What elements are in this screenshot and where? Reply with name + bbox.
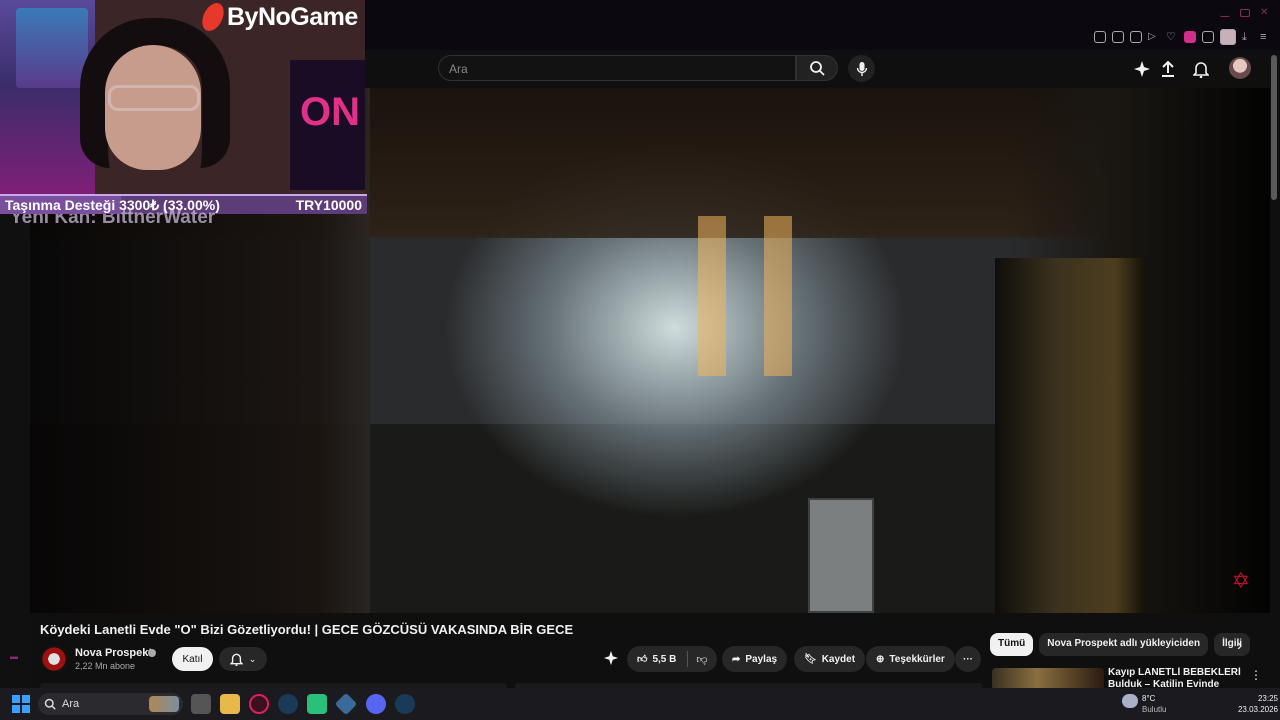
thanks-label: Teşekkürler [889,653,945,665]
donation-goal: TRY10000 [295,197,362,213]
video-title: Köydeki Lanetli Evde "O" Bizi Gözetliyor… [40,622,574,637]
kebab-menu-icon[interactable]: ⋮ [1250,668,1262,682]
recommendation-title[interactable]: Kayıp LANETLİ BEBEKLERİ Bulduk – Katilin… [1108,667,1243,689]
download-icon[interactable]: ⤓ [1242,31,1254,43]
minimize-icon[interactable] [1220,9,1230,17]
search-icon [44,698,56,710]
join-button[interactable]: Katıl [172,647,213,671]
save-button[interactable]: 🔖︎ Kaydet [794,646,866,672]
profile-icon[interactable] [1220,29,1236,45]
maximize-icon[interactable] [1240,9,1250,17]
steam-alt-icon[interactable] [395,694,415,714]
thumbs-down-icon: 👎︎ [696,653,708,666]
thanks-icon: ⊕ [876,653,885,665]
bookmark-icon: 🔖︎ [804,653,817,665]
donation-goal-bar: Taşınma Desteği 3300₺ (33.00%) TRY10000 [0,194,367,214]
like-count: 5,5 B [652,653,677,665]
windows-start-icon[interactable] [12,695,30,713]
discord-icon[interactable] [366,694,386,714]
thanks-button[interactable]: ⊕ Teşekkürler [866,646,955,672]
brand-name: ByNoGame [227,2,358,31]
play-icon[interactable]: ▷ [1148,31,1160,43]
account-avatar[interactable] [1229,57,1251,79]
donation-label: Taşınma Desteği 3300₺ (33.00%) [5,196,220,213]
chip-all[interactable]: Tümü [990,633,1034,656]
upload-icon[interactable] [1157,58,1179,80]
more-actions-button[interactable]: ··· [955,646,981,672]
clock-date[interactable]: 23.03.2026 [1220,705,1278,714]
left-rail [0,200,30,688]
close-icon[interactable]: ✕ [1260,8,1270,18]
chip-from-uploader[interactable]: Nova Prospekt adlı yükleyiciden [1039,633,1209,656]
shield-icon[interactable] [1130,31,1142,43]
weather-temp[interactable]: 8°C [1142,694,1155,703]
subscriber-count: 2,22 Mn abone [75,661,136,671]
chip-related[interactable]: İlgili [1214,633,1251,656]
clock-time[interactable]: 23:25 [1238,694,1278,703]
filter-chips: Tümü Nova Prospekt adlı yükleyiciden İlg… [990,633,1251,656]
file-explorer-icon[interactable] [220,694,240,714]
pin-icon[interactable] [1094,31,1106,43]
bell-icon [229,653,243,666]
channel-name[interactable]: Nova Prospekt [75,647,152,659]
verified-icon [148,649,156,657]
like-divider [687,651,688,667]
video-scene-wall-marks [698,216,798,376]
share-icon: ➦ [732,653,741,665]
video-scene-doorway [995,258,1145,613]
search-input[interactable]: Ara [438,55,796,81]
weather-desc[interactable]: Bulutlu [1142,705,1166,714]
share-label: Paylaş [745,653,778,665]
chat-ext-icon[interactable] [1184,31,1196,43]
save-label: Kaydet [821,653,856,665]
more-icon: ··· [963,653,973,665]
page-scrollbar[interactable] [1271,55,1277,200]
search-icon [810,61,825,76]
extensions-bar: ▷ ♡ ⤓ ≡ [1094,29,1272,45]
window-controls: ✕ [1220,8,1270,18]
game-app-icon[interactable] [307,694,327,714]
menu-icon[interactable]: ≡ [1260,31,1272,43]
voice-search-button[interactable] [848,55,875,82]
recommendation-thumbnail[interactable] [992,668,1104,690]
ask-sparkle-icon[interactable] [603,650,619,671]
screenshot-icon[interactable] [1112,31,1124,43]
video-scene-panel [808,498,874,613]
left-rail-logo-icon: ▬ [10,652,18,661]
mic-icon [856,61,867,76]
create-sparkle-icon[interactable] [1131,58,1153,80]
taskbar-search-label: Ara [62,698,80,710]
search-button[interactable] [796,55,838,81]
search-highlight-image [149,696,179,712]
brand-logo: ByNoGame [199,2,358,32]
channel-avatar[interactable] [40,646,68,672]
notifications-bell-icon[interactable] [1190,58,1212,80]
anime-avatar-image [16,8,88,88]
brand-mark-icon [199,3,227,31]
heart-icon[interactable]: ♡ [1166,31,1178,43]
steam-icon[interactable] [278,694,298,714]
weather-cloud-icon[interactable] [1122,694,1138,708]
chevron-down-icon: ⌄ [248,653,257,664]
task-view-icon[interactable] [191,694,211,714]
pentagram-watermark-icon: ✡ [1231,568,1250,593]
neon-sign-image: ON [290,60,365,190]
streamer-glasses [108,85,200,111]
chevron-right-icon[interactable]: › [1237,637,1242,655]
opera-gx-icon[interactable] [249,694,269,714]
thumbs-up-icon: 👍︎ [637,654,648,665]
taskbar-search[interactable]: Ara [38,693,183,715]
subscription-bell-button[interactable]: ⌄ [219,647,267,671]
puzzle-icon[interactable] [1202,31,1214,43]
share-button[interactable]: ➦ Paylaş [722,646,788,672]
dislike-button[interactable]: 👎︎ [690,649,714,669]
